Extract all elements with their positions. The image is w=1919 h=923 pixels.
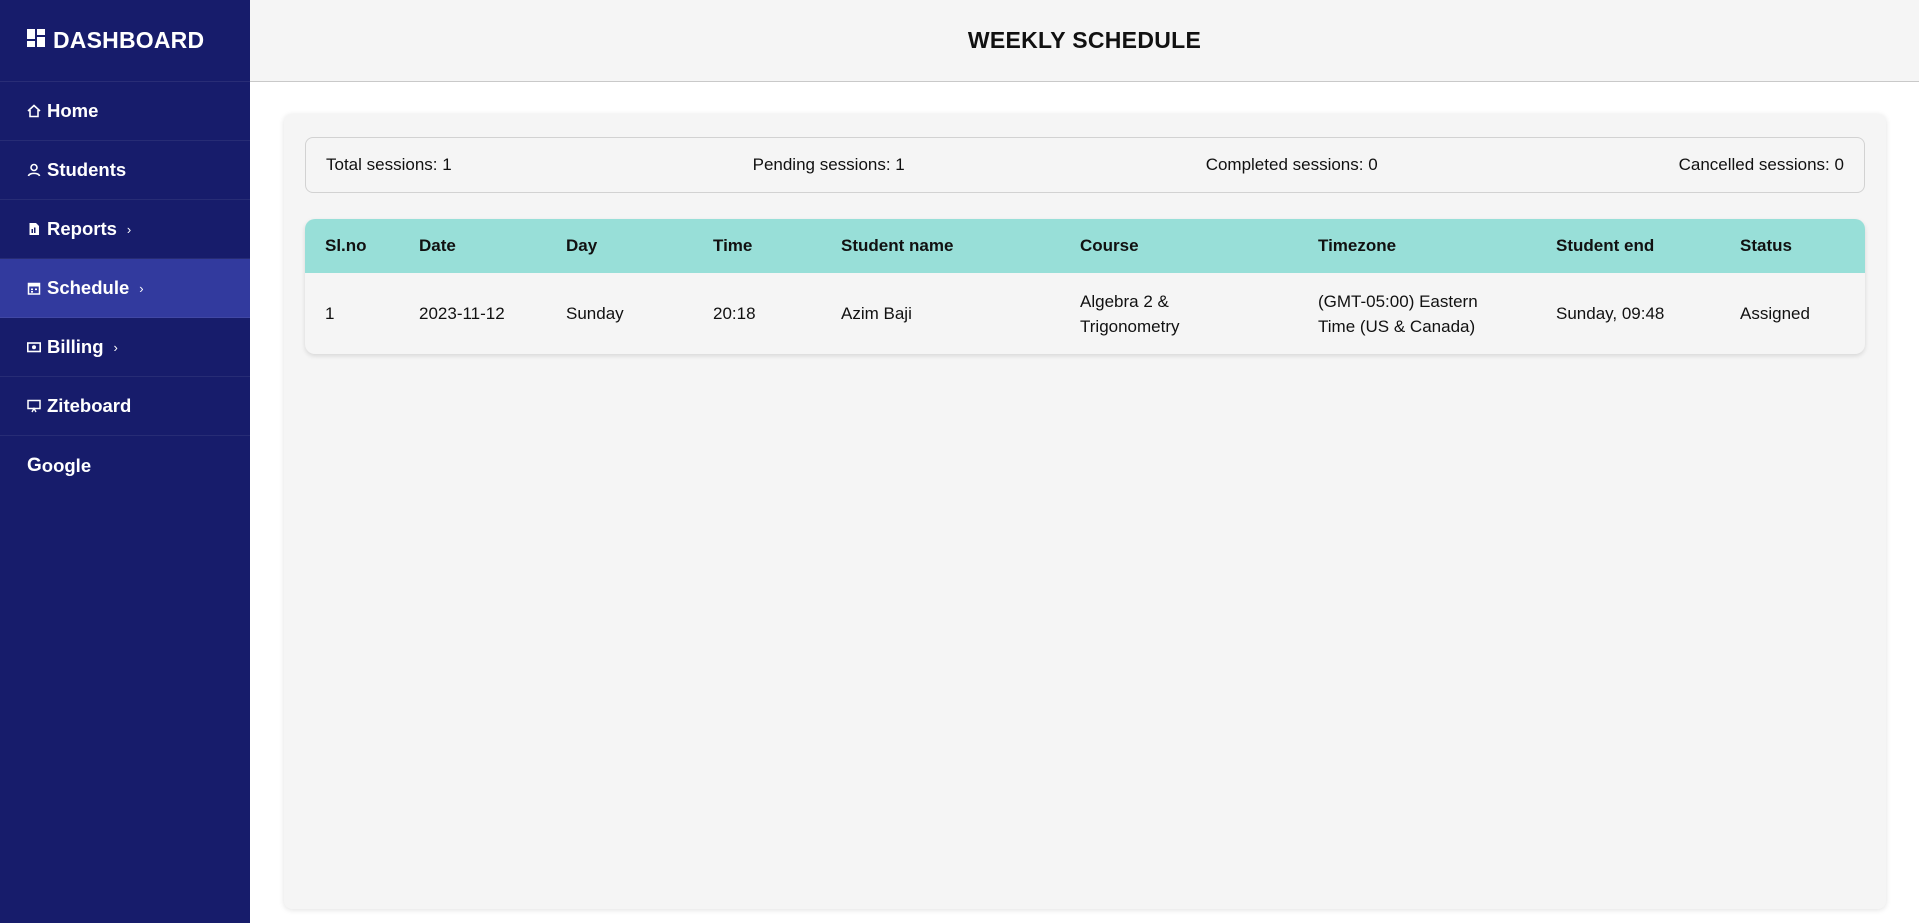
- calendar-icon: [27, 281, 41, 295]
- column-header: Timezone: [1318, 236, 1397, 255]
- sidebar-item-ziteboard[interactable]: Ziteboard: [0, 377, 250, 436]
- sidebar-item-label: Reports: [47, 218, 117, 239]
- google-g-icon: G: [27, 454, 42, 476]
- session-summary: Total sessions: 1 Pending sessions: 1 Co…: [305, 137, 1865, 193]
- cell-time: 20:18: [713, 304, 756, 323]
- cell-day: Sunday: [566, 304, 624, 323]
- sidebar-item-schedule[interactable]: Schedule ›: [0, 259, 250, 318]
- sidebar-item-label: Home: [47, 100, 99, 121]
- column-header: Time: [713, 236, 753, 255]
- table-header-row: Sl.no Date Day Time Student name Course …: [305, 219, 1865, 273]
- table-row[interactable]: 1 2023-11-12 Sunday 20:18 Azim Baji Alge…: [305, 273, 1865, 354]
- chevron-right-icon: ›: [126, 221, 132, 237]
- sidebar-item-google[interactable]: G oogle: [0, 436, 250, 495]
- schedule-table: Sl.no Date Day Time Student name Course …: [305, 219, 1865, 354]
- cell-course: Algebra 2 & Trigonometry: [1080, 291, 1180, 336]
- column-header: Course: [1080, 236, 1139, 255]
- cell-status: Assigned: [1740, 304, 1810, 323]
- sidebar-item-label: oogle: [41, 454, 92, 476]
- completed-sessions: Completed sessions: 0: [1205, 155, 1378, 174]
- pending-sessions: Pending sessions: 1: [752, 155, 905, 174]
- brand-title: DASHBOARD: [53, 27, 205, 53]
- sidebar-item-label: Students: [47, 159, 127, 180]
- sidebar-item-home[interactable]: Home: [0, 82, 250, 141]
- top-header: WEEKLY SCHEDULE: [250, 0, 1919, 82]
- column-header: Student end: [1556, 236, 1655, 255]
- sidebar-item-billing[interactable]: Billing ›: [0, 318, 250, 377]
- dashboard-grid-icon: [27, 29, 45, 52]
- sidebar-brand[interactable]: DASHBOARD: [0, 0, 250, 82]
- money-icon: [27, 340, 41, 354]
- chevron-right-icon: ›: [139, 280, 144, 296]
- page-title: WEEKLY SCHEDULE: [967, 27, 1202, 53]
- home-icon: [27, 104, 41, 118]
- column-header: Status: [1740, 236, 1792, 255]
- column-header: Date: [419, 236, 456, 255]
- cell-slno: 1: [325, 304, 335, 323]
- cell-timezone: (GMT-05:00) Eastern Time (US & Canada): [1318, 291, 1478, 336]
- column-header: Day: [566, 236, 598, 255]
- sidebar-item-label: Ziteboard: [47, 395, 132, 416]
- sidebar-item-label: Schedule: [47, 277, 130, 298]
- sidebar-item-students[interactable]: Students: [0, 141, 250, 200]
- presentation-board-icon: [27, 399, 41, 413]
- sidebar: DASHBOARD Home Students Reports › Schedu…: [0, 0, 250, 923]
- column-header: Student name: [841, 236, 954, 255]
- cell-student-end: Sunday, 09:48: [1556, 304, 1665, 323]
- column-header: Sl.no: [325, 236, 367, 255]
- chevron-right-icon: ›: [113, 339, 118, 355]
- cell-student-name: Azim Baji: [841, 304, 912, 323]
- sidebar-item-label: Billing: [47, 336, 104, 357]
- cancelled-sessions: Cancelled sessions: 0: [1678, 155, 1844, 174]
- user-icon: [27, 163, 41, 177]
- total-sessions: Total sessions: 1: [326, 155, 452, 174]
- sidebar-item-reports[interactable]: Reports ›: [0, 200, 250, 259]
- file-report-icon: [27, 222, 41, 236]
- cell-date: 2023-11-12: [419, 304, 505, 323]
